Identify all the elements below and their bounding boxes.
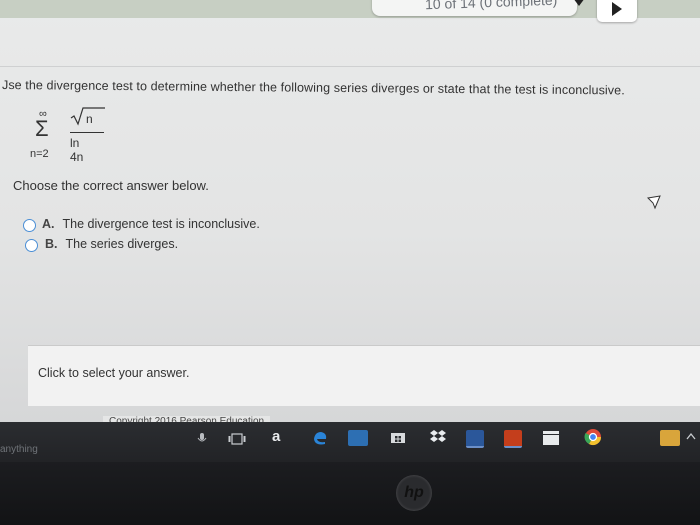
chevron-down-icon[interactable] [573,0,585,6]
answer-status-text: Click to select your answer. [38,366,190,380]
play-arrow-icon [612,2,622,16]
option-a-letter: A. [42,217,55,231]
word-icon[interactable] [466,430,484,448]
option-b-letter: B. [45,237,58,251]
clapperboard-icon[interactable] [542,430,560,446]
laptop-bezel [0,462,700,525]
denominator: ln 4n [70,136,84,164]
fraction-bar [70,132,104,133]
task-view-icon[interactable] [228,433,246,445]
option-a-label[interactable]: A. The divergence test is inconclusive. [42,217,260,231]
question-prompt: Jse the divergence test to determine whe… [1,78,625,98]
browser-screen: 10 of 14 (0 complete) Jse the divergence… [0,0,700,422]
choose-instruction: Choose the correct answer below. [13,178,209,193]
notification-app-icon[interactable] [660,430,680,446]
tray-chevron-icon[interactable] [686,432,696,440]
radio-option-b[interactable] [25,239,38,252]
sigma-symbol: Σ [35,116,49,141]
edge-icon[interactable] [312,430,328,446]
store-icon[interactable] [390,430,406,444]
divider [0,66,700,67]
numerator-radicand: n [86,112,93,126]
amazon-icon[interactable]: a [272,428,280,445]
option-a-text: The divergence test is inconclusive. [62,217,260,231]
sum-lower-limit: n=2 [30,148,49,160]
mic-icon[interactable] [196,432,208,446]
taskbar-search-hint[interactable]: anything [0,444,38,455]
next-question-button[interactable] [597,0,637,22]
header-strip [0,0,700,18]
option-b-text: The series diverges. [65,237,179,251]
powerpoint-icon[interactable] [504,430,522,448]
dropbox-icon[interactable] [430,428,446,444]
hp-logo-icon: hp [396,475,432,511]
file-explorer-icon[interactable] [348,430,368,446]
radio-option-a[interactable] [23,219,36,232]
option-b-label[interactable]: B. The series diverges. [45,237,178,251]
chrome-icon[interactable] [584,428,602,446]
mouse-pointer-icon [646,195,661,210]
